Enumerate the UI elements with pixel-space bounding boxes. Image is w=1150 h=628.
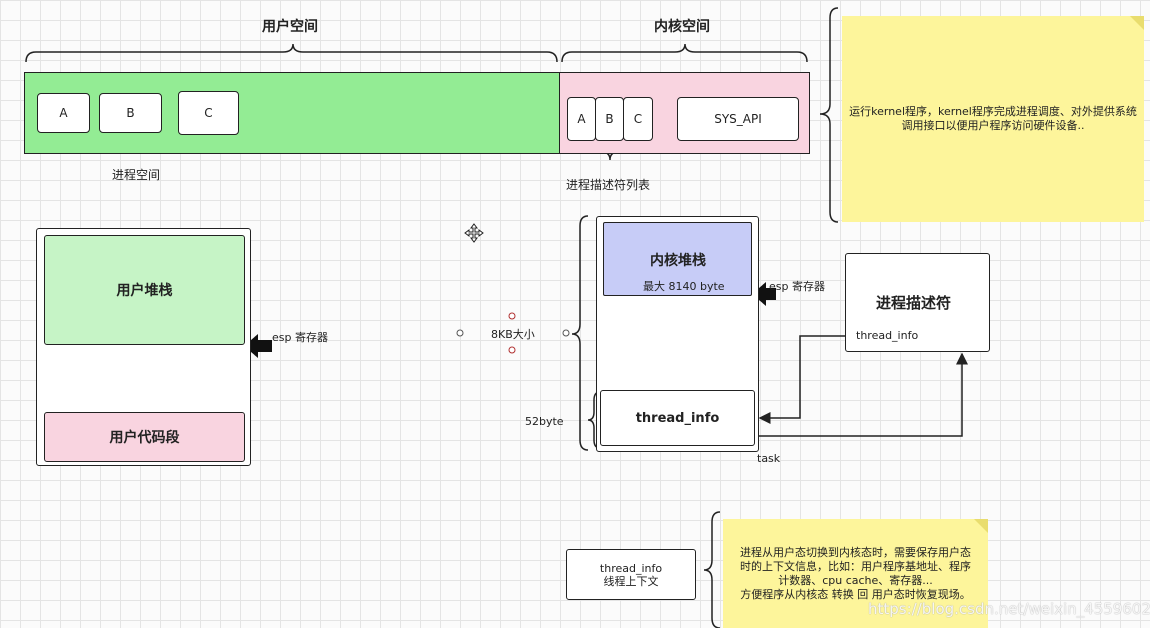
kernel-desc-box-a[interactable]: A xyxy=(567,97,596,141)
user-process-box-c[interactable]: C xyxy=(178,91,239,135)
move-cursor-icon xyxy=(464,223,484,243)
descriptor-to-threadinfo-line xyxy=(758,335,846,424)
thread-info-size-label: 52byte xyxy=(525,415,564,428)
legend-line-1: thread_info xyxy=(599,561,663,575)
kernel-space-brace xyxy=(561,43,808,63)
note-top: 运行kernel程序，kernel程序完成进程调度、对外提供系统调用接口以便用户… xyxy=(842,16,1144,222)
note-bottom-brace xyxy=(703,511,721,628)
stack-size-brace xyxy=(571,215,589,451)
size-8kb-label: 8KB大小 xyxy=(491,328,535,341)
process-space-label: 进程空间 xyxy=(112,168,161,182)
user-space-brace xyxy=(25,43,558,63)
thread-info-block[interactable]: thread_info xyxy=(600,390,755,446)
process-descriptor-title: 进程描述符 xyxy=(876,294,952,312)
note-bottom-line-1: 进程从用户态切换到内核态时，需要保存用户态 xyxy=(740,545,971,559)
note-bottom-line-3: 计数器、cpu cache、寄存器... xyxy=(778,573,933,587)
user-code-segment-block[interactable]: 用户代码段 xyxy=(44,412,245,462)
kernel-esp-label: esp 寄存器 xyxy=(769,280,825,293)
legend-line-2: 线程上下文 xyxy=(603,574,659,588)
sys-api-box[interactable]: SYS_API xyxy=(677,97,799,141)
note-top-brace xyxy=(819,7,839,223)
thread-context-legend-box[interactable]: thread_info 线程上下文 xyxy=(566,549,696,600)
threadinfo-to-descriptor-line xyxy=(758,352,968,437)
user-space-title: 用户空间 xyxy=(262,19,318,35)
process-descriptor-field: thread_info xyxy=(856,329,919,342)
kernel-stack-title: 内核堆栈 xyxy=(650,253,706,269)
watermark: https://blog.csdn.net/weixin_45596022 xyxy=(868,600,1150,618)
kernel-space-title: 内核空间 xyxy=(654,19,710,35)
user-process-box-b[interactable]: B xyxy=(99,93,162,133)
kernel-stack-max-label: 最大 8140 byte xyxy=(643,280,725,293)
user-esp-label: esp 寄存器 xyxy=(272,331,328,344)
user-process-box-a[interactable]: A xyxy=(37,93,90,133)
user-stack-block[interactable]: 用户堆栈 xyxy=(44,235,245,345)
kernel-desc-box-b[interactable]: B xyxy=(595,97,624,141)
kernel-desc-box-c[interactable]: C xyxy=(623,97,653,141)
descriptor-list-label: 进程描述符列表 xyxy=(566,178,651,192)
note-bottom-line-2: 时的上下文信息，比如：用户程序基地址、程序 xyxy=(740,559,971,573)
task-label: task xyxy=(757,452,781,465)
